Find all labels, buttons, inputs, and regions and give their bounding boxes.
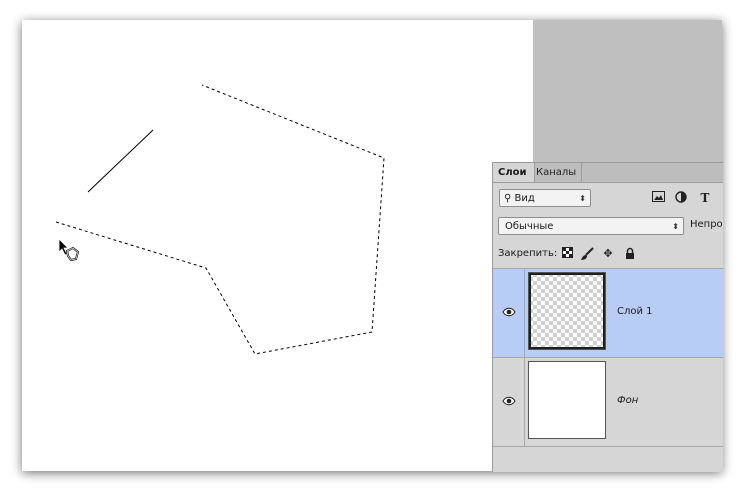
adjustment-filter-icon[interactable] [674,191,688,205]
eye-icon [502,307,516,317]
canvas-drawing [55,84,385,355]
lock-all-icon[interactable] [623,247,637,261]
filter-row: ⚲ Вид ⬍ T [493,188,723,210]
layer-row-layer1[interactable]: Слой 1 [493,268,723,357]
selection-outline [55,84,385,355]
layer-thumbnail[interactable] [528,361,606,439]
type-filter-icon[interactable]: T [698,191,712,205]
visibility-toggle[interactable] [493,358,525,446]
lock-transparent-pixels-icon[interactable] [560,247,574,261]
layer-filter-select[interactable]: ⚲ Вид ⬍ [499,189,591,207]
tab-layers[interactable]: Слои [493,163,535,182]
filter-label: Вид [514,193,535,204]
layers-panel: Слои Каналы ⚲ Вид ⬍ T Обычные ⬍ Непро з [492,162,723,472]
panel-tabs: Слои Каналы [493,163,723,183]
blend-mode-select[interactable]: Обычные ⬍ [498,217,684,235]
lock-position-icon[interactable]: ✥ [601,247,615,261]
tab-channels[interactable]: Каналы [531,163,583,182]
polygonal-lasso-cursor-icon [58,238,80,262]
eye-icon [502,396,516,406]
lock-label: Закрепить: [498,248,558,259]
blend-mode-value: Обычные [505,221,554,232]
lasso-segment-line [87,129,154,193]
opacity-label: Непроз [690,219,723,230]
lock-row: Закрепить: ✥ [493,242,723,266]
search-icon: ⚲ [504,193,512,204]
photoshop-window: Слои Каналы ⚲ Вид ⬍ T Обычные ⬍ Непро з [22,20,723,472]
document-canvas[interactable] [22,20,533,471]
updown-arrow-icon: ⬍ [672,222,679,231]
visibility-toggle[interactable] [493,269,525,357]
layer-name[interactable]: Слой 1 [617,306,653,317]
lock-image-pixels-icon[interactable] [580,247,594,261]
layer-name[interactable]: Фон [617,395,638,406]
blend-row: Обычные ⬍ Непроз [493,216,723,238]
image-filter-icon[interactable] [651,191,665,205]
layer-thumbnail[interactable] [528,272,606,350]
updown-arrow-icon: ⬍ [579,194,586,203]
layer-row-background[interactable]: Фон [493,357,723,447]
